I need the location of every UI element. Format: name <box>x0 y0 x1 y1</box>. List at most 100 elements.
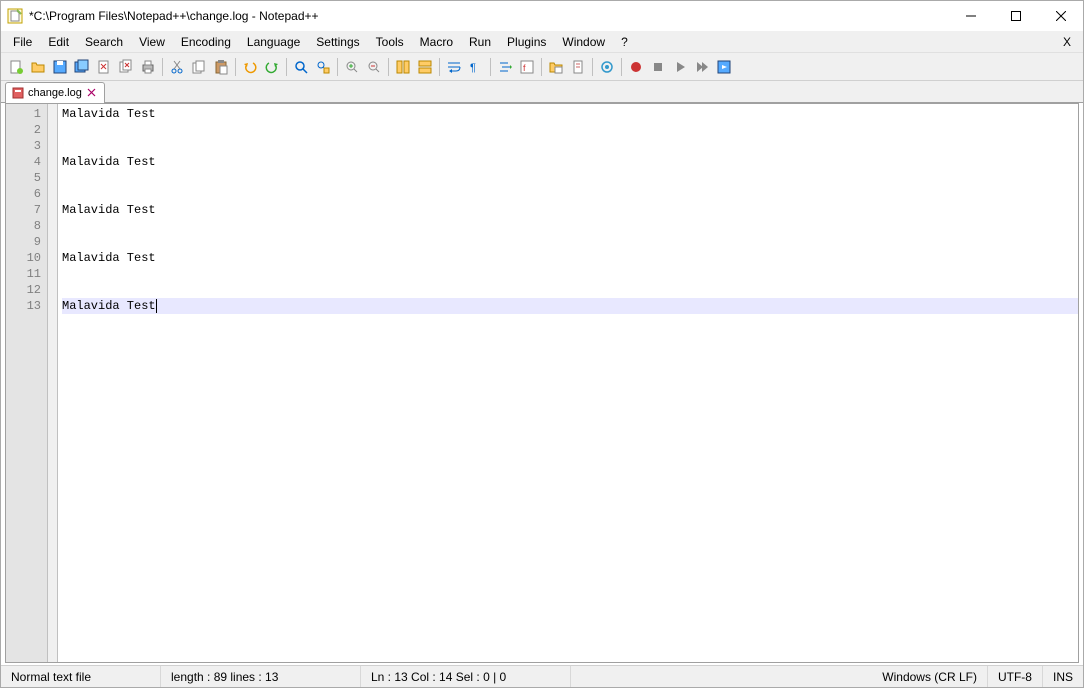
menubar-close-doc[interactable]: X <box>1055 33 1079 51</box>
toolbar-separator <box>235 58 236 76</box>
tab-change-log[interactable]: change.log <box>5 82 105 103</box>
save-macro-icon[interactable] <box>713 56 735 78</box>
toolbar-separator <box>541 58 542 76</box>
line-number: 13 <box>6 298 41 314</box>
sync-v-icon[interactable] <box>392 56 414 78</box>
status-filetype: Normal text file <box>1 666 161 687</box>
maximize-button[interactable] <box>993 1 1038 31</box>
zoom-in-icon[interactable] <box>341 56 363 78</box>
line-number: 5 <box>6 170 41 186</box>
editor-line[interactable] <box>62 170 1078 186</box>
editor-line[interactable] <box>62 266 1078 282</box>
fold-margin <box>48 104 58 662</box>
record-icon[interactable] <box>625 56 647 78</box>
line-number: 4 <box>6 154 41 170</box>
menu-view[interactable]: View <box>131 33 173 51</box>
app-window: *C:\Program Files\Notepad++\change.log -… <box>0 0 1084 688</box>
menu-window[interactable]: Window <box>554 33 613 51</box>
menu-edit[interactable]: Edit <box>40 33 77 51</box>
zoom-out-icon[interactable] <box>363 56 385 78</box>
menu-macro[interactable]: Macro <box>412 33 461 51</box>
new-file-icon[interactable] <box>5 56 27 78</box>
editor-line[interactable] <box>62 122 1078 138</box>
toolbar-separator <box>388 58 389 76</box>
monitor-icon[interactable] <box>596 56 618 78</box>
toolbar-separator <box>337 58 338 76</box>
line-number: 11 <box>6 266 41 282</box>
editor-line[interactable] <box>62 282 1078 298</box>
save-all-icon[interactable] <box>71 56 93 78</box>
paste-icon[interactable] <box>210 56 232 78</box>
open-file-icon[interactable] <box>27 56 49 78</box>
indent-guide-icon[interactable] <box>494 56 516 78</box>
editor-line[interactable]: Malavida Test <box>62 106 1078 122</box>
close-button[interactable] <box>1038 1 1083 31</box>
toolbar-separator <box>621 58 622 76</box>
menu-tools[interactable]: Tools <box>368 33 412 51</box>
tab-close-icon[interactable] <box>86 87 98 99</box>
toolbar-separator <box>286 58 287 76</box>
toolbar-separator <box>490 58 491 76</box>
allchars-icon[interactable]: ¶ <box>465 56 487 78</box>
replace-icon[interactable] <box>312 56 334 78</box>
undo-icon[interactable] <box>239 56 261 78</box>
tabbar: change.log <box>1 81 1083 103</box>
toolbar-separator <box>439 58 440 76</box>
window-controls <box>948 1 1083 31</box>
folder-icon[interactable] <box>545 56 567 78</box>
editor-line[interactable] <box>62 186 1078 202</box>
editor-line[interactable] <box>62 234 1078 250</box>
editor-line[interactable]: Malavida Test <box>62 250 1078 266</box>
play-multi-icon[interactable] <box>691 56 713 78</box>
print-icon[interactable] <box>137 56 159 78</box>
find-icon[interactable] <box>290 56 312 78</box>
menu-settings[interactable]: Settings <box>308 33 367 51</box>
editor-line[interactable]: Malavida Test <box>62 202 1078 218</box>
status-eol[interactable]: Windows (CR LF) <box>872 666 988 687</box>
line-number: 6 <box>6 186 41 202</box>
wordwrap-icon[interactable] <box>443 56 465 78</box>
play-icon[interactable] <box>669 56 691 78</box>
close-all-icon[interactable] <box>115 56 137 78</box>
window-title: *C:\Program Files\Notepad++\change.log -… <box>29 9 948 23</box>
sync-h-icon[interactable] <box>414 56 436 78</box>
menu-plugins[interactable]: Plugins <box>499 33 554 51</box>
doc-icon[interactable] <box>567 56 589 78</box>
tab-label: change.log <box>28 87 82 99</box>
editor-line[interactable] <box>62 138 1078 154</box>
editor-line[interactable]: Malavida Test <box>62 298 1078 314</box>
minimize-button[interactable] <box>948 1 993 31</box>
toolbar-separator <box>162 58 163 76</box>
save-icon[interactable] <box>49 56 71 78</box>
editor-line[interactable]: Malavida Test <box>62 154 1078 170</box>
line-number: 7 <box>6 202 41 218</box>
copy-icon[interactable] <box>188 56 210 78</box>
status-mode[interactable]: INS <box>1043 666 1083 687</box>
line-numbers: 12345678910111213 <box>6 104 48 662</box>
toolbar: ¶f <box>1 53 1083 81</box>
menu-search[interactable]: Search <box>77 33 131 51</box>
status-length-lines: length : 89 lines : 13 <box>161 666 361 687</box>
svg-text:¶: ¶ <box>470 62 476 74</box>
menu-language[interactable]: Language <box>239 33 308 51</box>
lang-icon[interactable]: f <box>516 56 538 78</box>
line-number: 3 <box>6 138 41 154</box>
cut-icon[interactable] <box>166 56 188 78</box>
line-number: 10 <box>6 250 41 266</box>
line-number: 12 <box>6 282 41 298</box>
caret <box>156 299 157 313</box>
app-icon <box>7 8 23 24</box>
menubar: File Edit Search View Encoding Language … <box>1 31 1083 53</box>
status-position: Ln : 13 Col : 14 Sel : 0 | 0 <box>361 666 571 687</box>
menu-file[interactable]: File <box>5 33 40 51</box>
menu-help[interactable]: ? <box>613 33 636 51</box>
editor-line[interactable] <box>62 218 1078 234</box>
text-editor[interactable]: Malavida Test Malavida Test Malavida Test M… <box>58 104 1078 662</box>
stop-icon[interactable] <box>647 56 669 78</box>
titlebar: *C:\Program Files\Notepad++\change.log -… <box>1 1 1083 31</box>
menu-encoding[interactable]: Encoding <box>173 33 239 51</box>
menu-run[interactable]: Run <box>461 33 499 51</box>
status-encoding[interactable]: UTF-8 <box>988 666 1043 687</box>
close-icon[interactable] <box>93 56 115 78</box>
redo-icon[interactable] <box>261 56 283 78</box>
